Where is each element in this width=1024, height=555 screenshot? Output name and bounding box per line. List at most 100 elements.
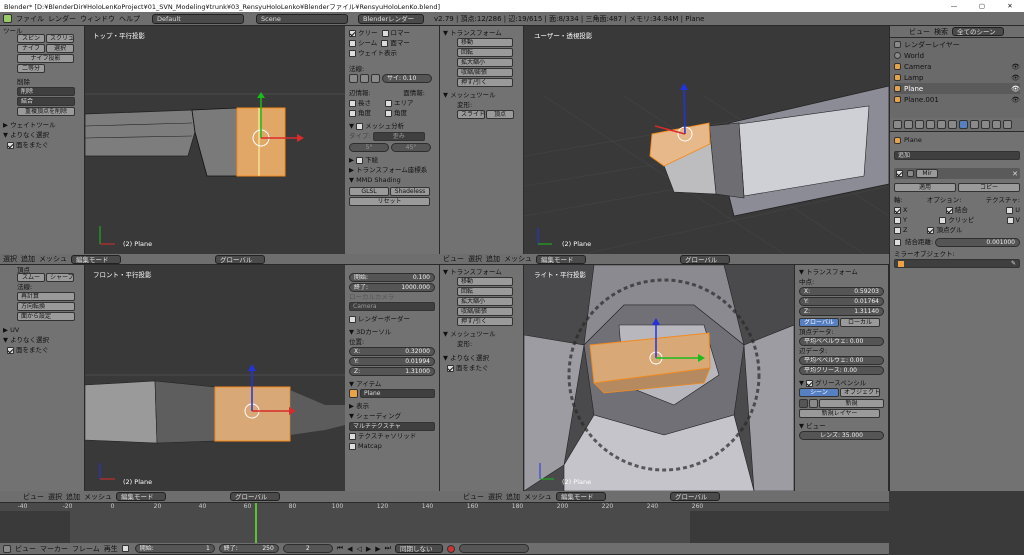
outliner-search[interactable]: 検索 <box>934 27 948 37</box>
current-frame-field[interactable]: 2 <box>282 544 333 553</box>
outliner-view[interactable]: ビュー <box>909 27 930 37</box>
header-select-left[interactable]: 選択 <box>3 254 17 264</box>
header-add-right[interactable]: 追加 <box>486 254 500 264</box>
header-add-br[interactable]: 追加 <box>506 492 520 502</box>
vertex-button[interactable]: 頂点 <box>486 110 514 119</box>
outliner-item-world[interactable]: World <box>894 50 1020 61</box>
object-button[interactable]: オブジェクト <box>840 388 880 397</box>
crease-field[interactable]: 平均クリース: 0.00 <box>799 366 884 375</box>
new-gp-button[interactable]: 新規 <box>819 399 884 408</box>
frame-end-field[interactable]: 終了: 250 <box>218 544 279 553</box>
viewport-front[interactable]: フロント・平行投影 (2) Plane <box>85 265 345 491</box>
header-mesh-right[interactable]: メッシュ <box>504 254 532 264</box>
translate-button[interactable]: 移動 <box>457 38 513 47</box>
edge-length-checkbox[interactable] <box>349 99 356 107</box>
seam-checkbox[interactable] <box>349 39 356 47</box>
axis-z-checkbox[interactable] <box>894 226 901 234</box>
axis-y-checkbox[interactable] <box>894 216 901 224</box>
mode-select-right[interactable]: 編集モード <box>536 254 586 264</box>
flip-button[interactable]: 方向転換 <box>17 302 75 311</box>
object-tab-icon[interactable] <box>937 120 946 129</box>
clip-checkbox[interactable] <box>939 216 947 224</box>
timeline-playback[interactable]: 再生 <box>104 544 118 554</box>
header-mesh-br[interactable]: メッシュ <box>524 492 552 502</box>
last-op-header[interactable]: ▼ よりなく選択 <box>3 130 81 140</box>
transform-right-header[interactable]: ▼ トランスフォーム <box>443 267 520 277</box>
texture-tab-icon[interactable] <box>992 120 1001 129</box>
matcap-row[interactable]: Matcap <box>349 441 435 451</box>
viewport-user[interactable]: ユーザー・透視投影 (2) Plane <box>524 26 889 254</box>
pencil-icon[interactable] <box>799 399 808 408</box>
textured-solid-row[interactable]: テクスチャソリッド <box>349 431 435 441</box>
orient-select-bottom[interactable]: グローバル <box>230 492 280 501</box>
lens-field[interactable]: レンズ: 35.000 <box>799 431 884 440</box>
mesh-tools-right-header[interactable]: ▼ メッシュツール <box>443 329 520 339</box>
recalculate-button[interactable]: 再計算 <box>17 292 75 301</box>
screw-button[interactable]: スクリュ <box>46 34 74 43</box>
header-view-bottom[interactable]: ビュー <box>23 492 44 502</box>
weight-tools-header[interactable]: ▶ ウェイトツール <box>3 120 81 130</box>
modifier-name-field[interactable]: Mir <box>916 169 938 178</box>
split-normal-icon[interactable] <box>360 74 369 83</box>
camera-field[interactable]: Camera <box>349 302 435 311</box>
weight-checkbox[interactable] <box>349 49 356 57</box>
next-key-icon[interactable]: ▶ <box>375 545 380 553</box>
seam-mark-checkbox[interactable] <box>381 29 389 37</box>
outliner-filter[interactable]: 全てのシーン <box>952 27 1004 36</box>
constraints-tab-icon[interactable] <box>948 120 957 129</box>
knife-button[interactable]: ナイフ <box>17 44 45 53</box>
display-header[interactable]: ▶ 表示 <box>349 401 435 411</box>
glsl-button[interactable]: GLSL <box>349 187 389 196</box>
orient-select-left[interactable]: グローバル <box>215 254 265 264</box>
header-select-br[interactable]: 選択 <box>488 492 502 502</box>
mirror-object-field[interactable]: ✎ <box>894 259 1020 268</box>
item-name-field[interactable]: Plane <box>360 389 435 398</box>
timeline-editor-icon[interactable] <box>3 544 11 553</box>
menu-window[interactable]: ウィンドウ <box>80 14 115 24</box>
vertex-group-checkbox[interactable] <box>927 226 935 234</box>
timeline[interactable]: -40 -20 0 20 40 60 80 100 120 140 160 18… <box>0 503 889 543</box>
face-normal-icon[interactable] <box>371 74 380 83</box>
new-layer-button[interactable]: 新規レイヤー <box>799 409 880 418</box>
modifier-expand-checkbox[interactable] <box>896 170 903 177</box>
data-tab-icon[interactable] <box>970 120 979 129</box>
knife-project-button[interactable]: ナイフ投影 <box>17 54 74 63</box>
background-images-header[interactable]: ▶ 下絵 <box>349 155 435 165</box>
shading-header[interactable]: ▼ シェーディング <box>349 411 435 421</box>
merge-select[interactable]: 結合 <box>17 97 75 106</box>
close-icon[interactable]: ✕ <box>996 2 1024 10</box>
last-op-bottom-header[interactable]: ▼ よりなく選択 <box>3 335 81 345</box>
orient-select-right[interactable]: グローバル <box>680 254 730 264</box>
outliner-item-plane001[interactable]: Plane.001 👁 <box>894 94 1020 105</box>
cursor-header[interactable]: ▼ 3Dカーソル <box>349 327 435 337</box>
viewport-top[interactable]: トップ・平行投影 (2) Plane <box>85 26 345 254</box>
particles-tab-icon[interactable] <box>1003 120 1012 129</box>
play-reverse-icon[interactable]: ◁ <box>357 545 362 553</box>
delete-select[interactable]: 削除 <box>17 87 75 96</box>
header-view-right[interactable]: ビュー <box>443 254 464 264</box>
world-tab-icon[interactable] <box>926 120 935 129</box>
transform-orient-header[interactable]: ▶ トランスフォーム座標系 <box>349 165 435 175</box>
push-pull-button[interactable]: 押す/引く <box>457 78 513 87</box>
modifier-close-icon[interactable]: ✕ <box>1012 170 1018 178</box>
shrink-right-button[interactable]: 収縮/膨張 <box>457 307 513 316</box>
median-z-field[interactable]: Z: 1.31140 <box>799 307 884 316</box>
apply-button[interactable]: 適用 <box>894 183 956 192</box>
face-area-checkbox[interactable] <box>385 99 392 107</box>
face-through-bottom-row[interactable]: 面をまたぐ <box>7 345 81 355</box>
mesh-tools-header[interactable]: ▼ メッシュツール <box>443 90 520 100</box>
rotate-right-button[interactable]: 回転 <box>457 287 513 296</box>
merge-checkbox[interactable] <box>945 206 953 214</box>
preview-range-checkbox[interactable] <box>121 545 129 552</box>
mode-select-br[interactable]: 編集モード <box>556 492 606 501</box>
keying-set-field[interactable] <box>458 544 529 553</box>
transform-header[interactable]: ▼ トランスフォーム <box>443 28 520 38</box>
edge-bevel-field[interactable]: 平均ベベルウェ: 0.00 <box>799 356 884 365</box>
outliner-item-lamp[interactable]: Lamp 👁 <box>894 72 1020 83</box>
playhead[interactable] <box>255 503 257 543</box>
face-through-row[interactable]: 面をまたぐ <box>7 140 81 150</box>
transform-props-header[interactable]: ▼ トランスフォーム <box>799 267 884 277</box>
eyedropper-icon[interactable]: ✎ <box>1011 260 1016 267</box>
cursor-x-field[interactable]: X: 0.32000 <box>349 347 435 356</box>
maximize-icon[interactable]: ▢ <box>968 2 996 10</box>
